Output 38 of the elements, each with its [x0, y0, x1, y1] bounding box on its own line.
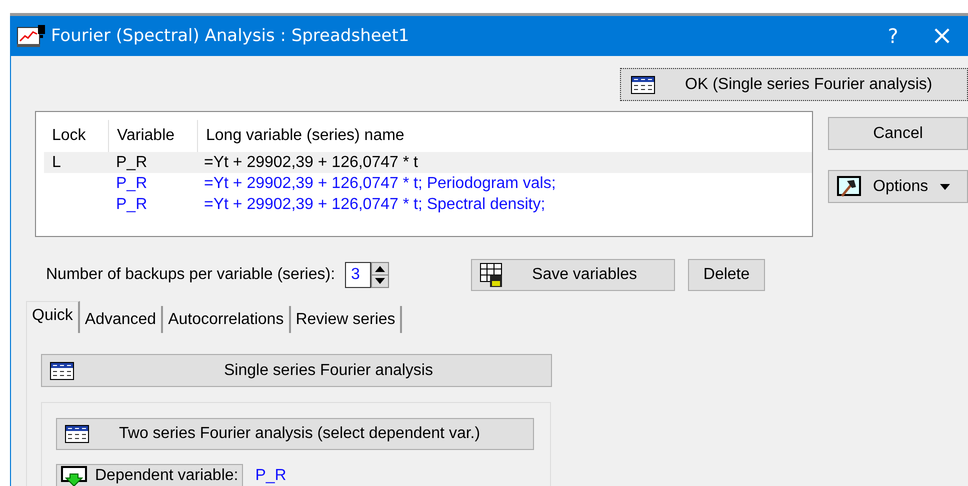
table-cell: P_R	[116, 196, 148, 212]
single-series-button[interactable]: Single series Fourier analysis	[41, 354, 552, 387]
dependent-variable-button[interactable]: Dependent variable:	[56, 464, 244, 486]
table-row[interactable]: P_R =Yt + 29902,39 + 126,0747 * t; Periodogram vals;	[44, 173, 812, 194]
dependent-variable-value: P_R	[255, 467, 286, 485]
hammer-icon	[837, 176, 861, 198]
tab[interactable]: Advanced	[80, 306, 164, 333]
table-row[interactable]: P_R =Yt + 29902,39 + 126,0747 * t; Spectral density;	[44, 194, 812, 215]
tab[interactable]: Review series	[290, 306, 402, 333]
options-button[interactable]: Options	[828, 170, 968, 203]
tab[interactable]: Quick	[26, 301, 80, 333]
close-button[interactable]: ×	[916, 16, 968, 56]
save-grid-icon	[480, 263, 502, 287]
tab[interactable]: Autocorrelations	[163, 306, 291, 333]
two-series-button[interactable]: Two series Fourier analysis (select dependent var.)	[56, 418, 534, 450]
table-row[interactable]: L P_R =Yt + 29902,39 + 126,0747 * t	[44, 152, 812, 173]
window-title: Fourier (Spectral) Analysis : Spreadsheet1	[51, 26, 410, 46]
table-cell: =Yt + 29902,39 + 126,0747 * t; Spectral density;	[204, 196, 546, 212]
table-cell: =Yt + 29902,39 + 126,0747 * t	[204, 154, 418, 170]
cancel-button[interactable]: Cancel	[828, 117, 968, 150]
table-cell: P_R	[116, 154, 148, 170]
spin-buttons-icon[interactable]	[371, 262, 390, 288]
delete-button[interactable]: Delete	[688, 259, 766, 291]
backups-field[interactable]: 3	[345, 262, 372, 288]
column-header[interactable]: Lock	[44, 120, 108, 152]
dropdown-arrow-icon	[940, 184, 950, 190]
ok-button[interactable]: OK (Single series Fourier analysis)	[620, 68, 968, 101]
save-variables-button[interactable]: Save variables	[471, 259, 676, 291]
table-cell: P_R	[116, 174, 148, 192]
table-icon	[65, 425, 89, 443]
backups-label: Number of backups per variable (series):	[46, 266, 336, 284]
table-icon	[631, 76, 655, 94]
chart-icon	[17, 25, 45, 47]
help-button[interactable]: ?	[870, 16, 916, 56]
table-cell: =Yt + 29902,39 + 126,0747 * t; Periodogram vals;	[204, 174, 556, 192]
table-icon	[50, 362, 74, 380]
table-cell: L	[52, 154, 61, 170]
import-icon	[61, 466, 87, 486]
